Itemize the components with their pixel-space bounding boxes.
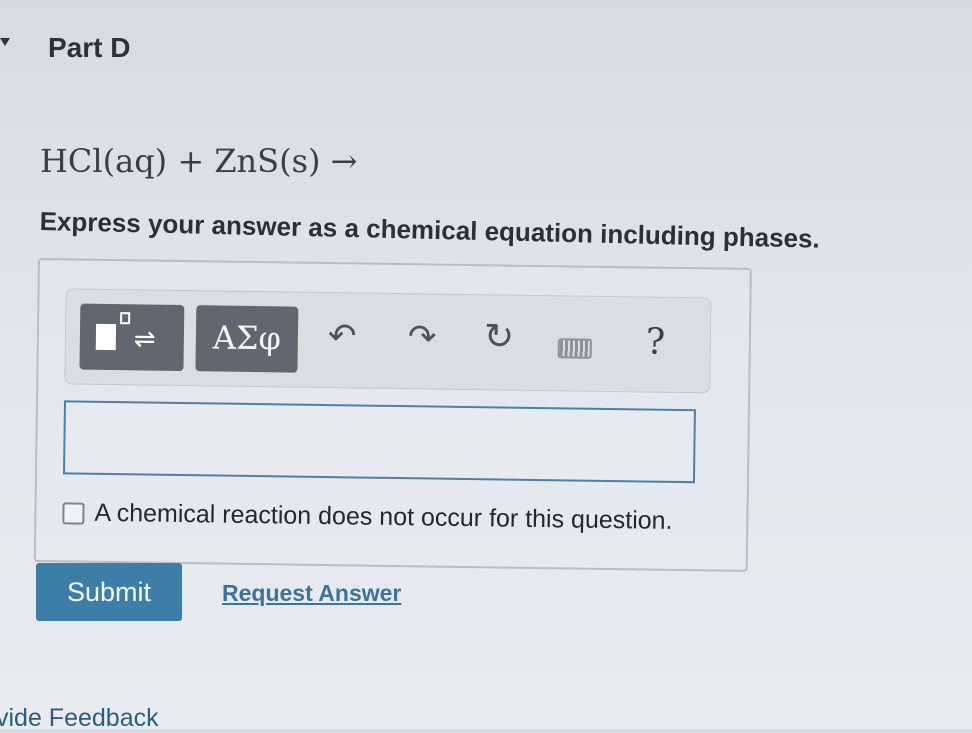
- instruction-text: Express your answer as a chemical equati…: [39, 206, 821, 254]
- reaction-equation: HCl(aq) + ZnS(s) →: [40, 142, 358, 180]
- templates-button[interactable]: ⇌: [79, 303, 185, 372]
- redo-icon[interactable]: ↷: [408, 317, 437, 357]
- submit-button[interactable]: Submit: [36, 563, 182, 621]
- no-reaction-checkbox[interactable]: [62, 501, 85, 525]
- part-title: Part D: [48, 32, 131, 63]
- answer-input[interactable]: [62, 400, 696, 484]
- undo-icon[interactable]: ↶: [328, 316, 357, 356]
- greek-symbols-label: ΑΣφ: [212, 318, 282, 358]
- help-button[interactable]: ?: [646, 321, 666, 362]
- no-reaction-label: A chemical reaction does not occur for t…: [94, 498, 673, 535]
- greek-symbols-button[interactable]: ΑΣφ: [195, 305, 299, 373]
- keyboard-icon[interactable]: [557, 338, 592, 359]
- request-answer-link[interactable]: Request Answer: [222, 580, 401, 607]
- math-toolbar: ⇌ ΑΣφ ↶ ↷ ↻ ?: [64, 288, 712, 394]
- reset-icon[interactable]: ↻: [484, 316, 515, 357]
- no-reaction-option[interactable]: A chemical reaction does not occur for t…: [62, 498, 673, 536]
- collapse-arrow-icon[interactable]: [0, 38, 10, 46]
- answer-panel: ⇌ ΑΣφ ↶ ↷ ↻ ? A chemical reaction does n…: [33, 258, 752, 572]
